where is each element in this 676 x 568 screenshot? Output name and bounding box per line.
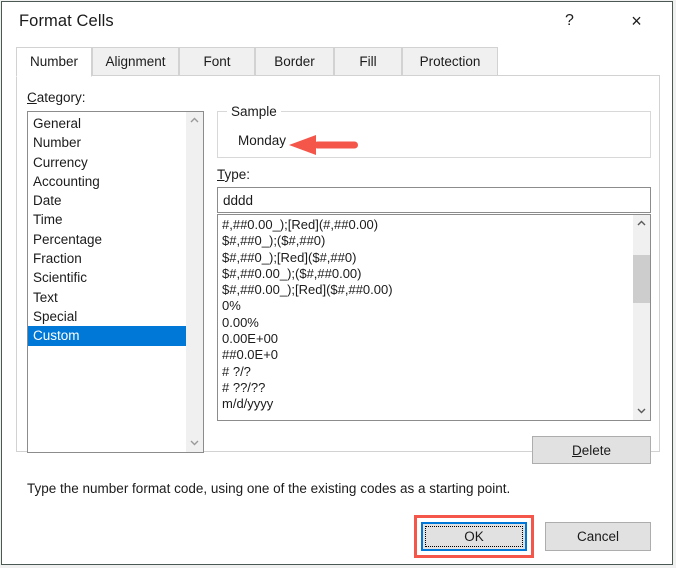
type-scrollbar-thumb[interactable] — [633, 255, 650, 303]
category-item-number[interactable]: Number — [28, 133, 186, 152]
category-item-date[interactable]: Date — [28, 191, 186, 210]
tab-font[interactable]: Font — [179, 47, 255, 76]
type-item[interactable]: #,##0.00_);[Red](#,##0.00) — [218, 217, 633, 233]
type-item[interactable]: # ?/? — [218, 364, 633, 380]
category-item-scientific[interactable]: Scientific — [28, 268, 186, 287]
type-label: Type: — [217, 167, 250, 182]
type-item[interactable]: # ??/?? — [218, 380, 633, 396]
tab-number[interactable]: Number — [16, 47, 92, 77]
question-mark-icon: ? — [547, 2, 592, 40]
tab-protection[interactable]: Protection — [402, 47, 498, 76]
type-item[interactable]: $#,##0.00_);[Red]($#,##0.00) — [218, 282, 633, 298]
type-label-accel: T — [217, 167, 225, 182]
category-item-fraction[interactable]: Fraction — [28, 249, 186, 268]
type-item[interactable]: $#,##0_);[Red]($#,##0) — [218, 250, 633, 266]
delete-button-rest: elete — [582, 443, 611, 458]
type-item[interactable]: 0% — [218, 298, 633, 314]
category-item-general[interactable]: General — [28, 114, 186, 133]
type-list-items[interactable]: #,##0.00_);[Red](#,##0.00)$#,##0_);($#,#… — [218, 215, 633, 420]
type-scroll-up-icon[interactable] — [633, 215, 650, 232]
tab-strip: NumberAlignmentFontBorderFillProtection — [16, 47, 660, 76]
type-label-rest: ype: — [225, 167, 251, 182]
category-item-accounting[interactable]: Accounting — [28, 172, 186, 191]
category-listbox[interactable]: GeneralNumberCurrencyAccountingDateTimeP… — [27, 111, 204, 453]
type-item[interactable]: m/d/yyyy — [218, 396, 633, 412]
category-item-time[interactable]: Time — [28, 210, 186, 229]
ok-button-label: OK — [464, 529, 484, 544]
cancel-button[interactable]: Cancel — [545, 522, 651, 551]
category-item-custom[interactable]: Custom — [28, 326, 186, 345]
tab-border[interactable]: Border — [255, 47, 334, 76]
delete-button[interactable]: Delete — [532, 436, 651, 464]
sample-legend-label: Sample — [227, 104, 281, 119]
delete-button-accel: D — [572, 443, 582, 458]
category-item-text[interactable]: Text — [28, 288, 186, 307]
category-label: Category: — [27, 90, 86, 105]
close-button[interactable]: × — [610, 2, 663, 40]
type-scroll-down-icon[interactable] — [633, 403, 650, 420]
category-item-percentage[interactable]: Percentage — [28, 230, 186, 249]
help-button[interactable]: ? — [547, 2, 592, 40]
category-item-special[interactable]: Special — [28, 307, 186, 326]
category-list-items[interactable]: GeneralNumberCurrencyAccountingDateTimeP… — [28, 112, 186, 452]
type-item[interactable]: 0.00% — [218, 315, 633, 331]
category-scrollbar[interactable] — [186, 112, 203, 452]
close-icon: × — [610, 2, 663, 40]
hint-text: Type the number format code, using one o… — [27, 481, 510, 496]
tab-alignment[interactable]: Alignment — [92, 47, 179, 76]
dialog-title: Format Cells — [19, 12, 114, 31]
type-item[interactable]: $#,##0_);($#,##0) — [218, 233, 633, 249]
type-listbox[interactable]: #,##0.00_);[Red](#,##0.00)$#,##0_);($#,#… — [217, 214, 651, 421]
tab-fill[interactable]: Fill — [334, 47, 402, 76]
sample-value: Monday — [238, 133, 286, 148]
title-bar: Format Cells ? × — [2, 2, 672, 41]
category-label-rest: ategory: — [37, 90, 86, 105]
category-scroll-down-icon[interactable] — [186, 435, 203, 452]
format-cells-dialog: Format Cells ? × NumberAlignmentFontBord… — [1, 1, 673, 565]
category-label-accel: C — [27, 90, 37, 105]
type-scrollbar[interactable] — [633, 215, 650, 420]
type-item[interactable]: 0.00E+00 — [218, 331, 633, 347]
type-item[interactable]: $#,##0.00_);($#,##0.00) — [218, 266, 633, 282]
category-scroll-up-icon[interactable] — [186, 112, 203, 129]
category-item-currency[interactable]: Currency — [28, 153, 186, 172]
type-input[interactable] — [217, 187, 651, 213]
ok-button[interactable]: OK — [421, 522, 527, 551]
type-item[interactable]: ##0.0E+0 — [218, 347, 633, 363]
